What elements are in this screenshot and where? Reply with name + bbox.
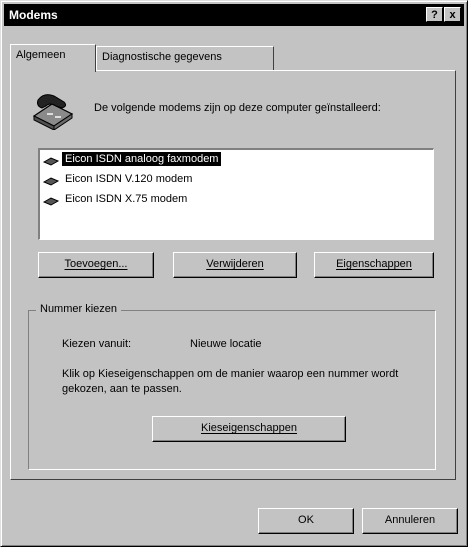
modem-label: Eicon ISDN X.75 modem bbox=[65, 193, 188, 205]
dial-from-value: Nieuwe locatie bbox=[190, 338, 262, 350]
cancel-button[interactable]: Annuleren bbox=[362, 508, 458, 534]
dialing-properties-button-label: Kieseigenschappen bbox=[200, 422, 298, 434]
tab-diagnostics[interactable]: Diagnostische gegevens bbox=[96, 46, 274, 70]
properties-button-label: Eigenschappen bbox=[336, 258, 412, 270]
modem-small-icon bbox=[42, 194, 60, 212]
installed-modems-description: De volgende modems zijn op deze computer… bbox=[94, 102, 381, 114]
close-button[interactable]: x bbox=[444, 7, 461, 22]
ok-button[interactable]: OK bbox=[258, 508, 354, 534]
add-button-label: Toevoegen... bbox=[64, 258, 128, 270]
modem-icon bbox=[30, 90, 76, 133]
modem-label: Eicon ISDN analoog faxmodem bbox=[62, 152, 222, 166]
properties-button[interactable]: Eigenschappen bbox=[314, 252, 434, 278]
title-bar[interactable]: Modems ? x bbox=[4, 4, 464, 26]
window-title: Modems bbox=[9, 8, 58, 22]
modem-list-item[interactable]: Eicon ISDN X.75 modem bbox=[40, 190, 433, 210]
modem-list-item[interactable]: Eicon ISDN analoog faxmodem bbox=[40, 150, 433, 170]
dial-from-label: Kiezen vanuit: bbox=[62, 338, 132, 350]
remove-button[interactable]: Verwijderen bbox=[173, 252, 297, 278]
modem-list-item[interactable]: Eicon ISDN V.120 modem bbox=[40, 170, 433, 190]
dialing-group-label: Nummer kiezen bbox=[36, 303, 122, 315]
tab-general[interactable]: Algemeen bbox=[10, 44, 96, 72]
modem-list[interactable]: Eicon ISDN analoog faxmodem Eicon ISDN V… bbox=[38, 148, 434, 240]
add-button[interactable]: Toevoegen... bbox=[38, 252, 154, 278]
modem-label: Eicon ISDN V.120 modem bbox=[65, 173, 193, 185]
remove-button-label: Verwijderen bbox=[206, 258, 264, 270]
help-button[interactable]: ? bbox=[426, 7, 443, 22]
dialing-info-text: Klik op Kieseigenschappen om de manier w… bbox=[62, 368, 399, 395]
dialing-properties-button[interactable]: Kieseigenschappen bbox=[152, 416, 346, 442]
